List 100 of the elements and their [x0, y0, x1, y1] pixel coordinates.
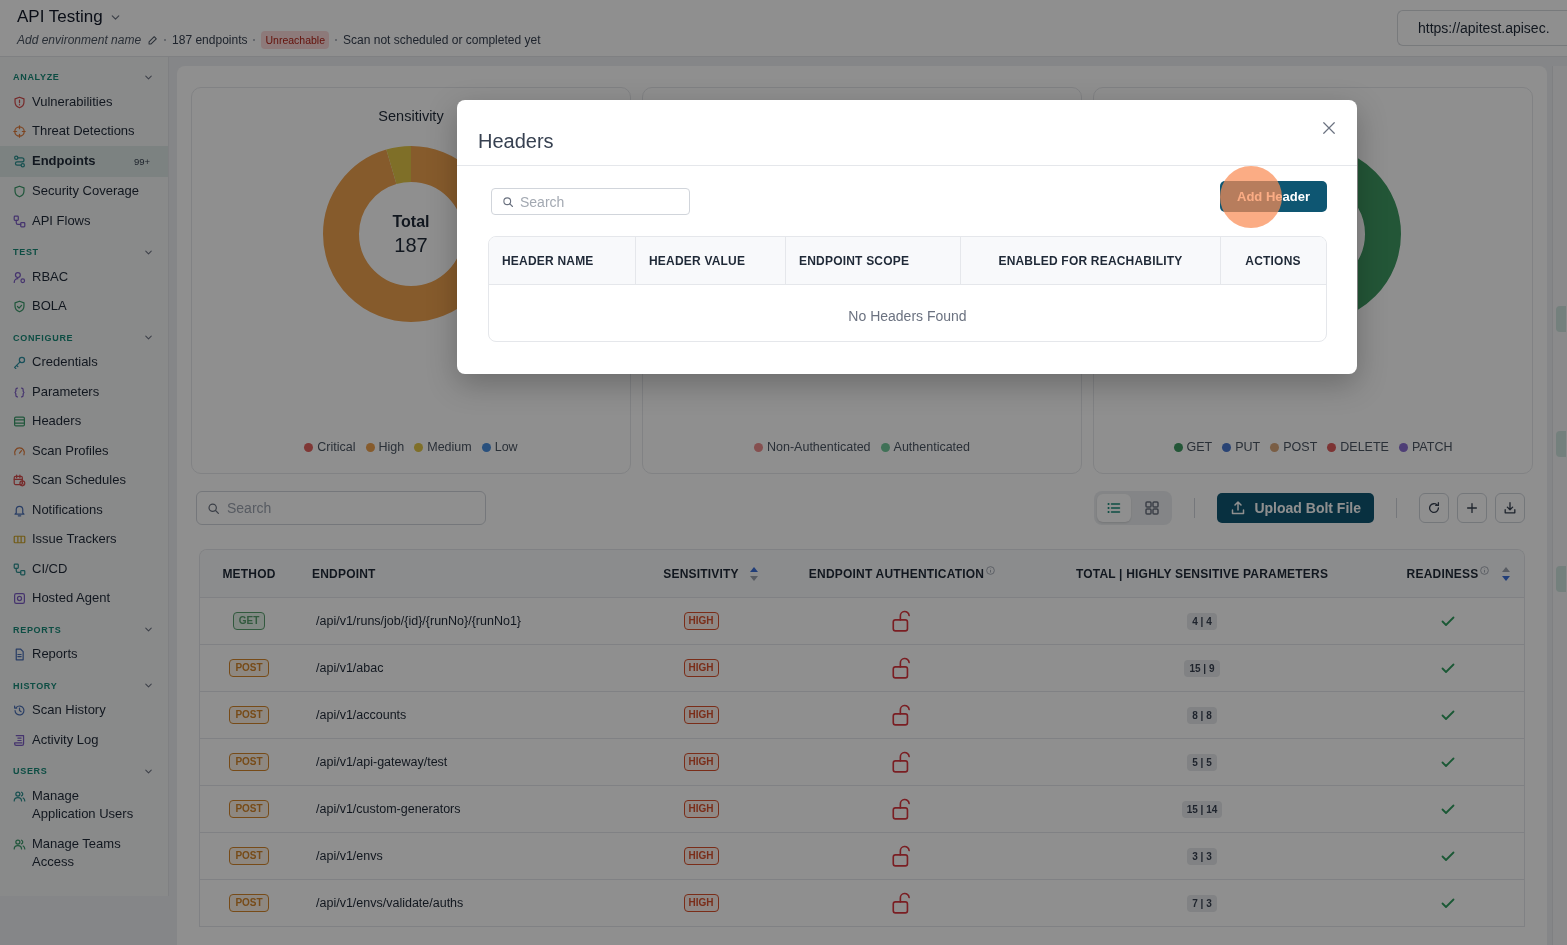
sidebar-item[interactable]: Manage Teams Access [0, 829, 168, 877]
download-icon [1503, 501, 1517, 515]
endpoint-path[interactable]: /api/v1/envs [316, 849, 383, 863]
sidebar-item[interactable]: Hosted Agent [0, 583, 168, 613]
column-header: SENSITIVITY [663, 566, 739, 581]
sidebar-item[interactable]: CI/CD [0, 554, 168, 584]
bell-icon [13, 503, 26, 517]
method-tag: POST [229, 706, 269, 724]
column-header: HEADER NAME [489, 237, 636, 284]
close-button[interactable] [1322, 121, 1336, 135]
sidebar-item[interactable]: Manage Application Users [0, 781, 168, 829]
parameter-count: 15 | 14 [1181, 800, 1223, 818]
legend-label[interactable]: POST [1283, 439, 1318, 455]
legend-label[interactable]: High [378, 439, 405, 455]
nodes-icon [13, 214, 26, 228]
total-label: Total [392, 211, 430, 231]
endpoint-path[interactable]: /api/v1/abac [316, 661, 384, 675]
users-icon [13, 789, 26, 803]
legend-label[interactable]: Medium [427, 439, 472, 455]
sidebar-item[interactable]: Activity Log [0, 725, 168, 755]
method-tag: POST [229, 659, 269, 677]
sidebar-item[interactable]: Scan Profiles [0, 436, 168, 466]
sidebar-item[interactable]: Scan Schedules [0, 465, 168, 495]
sidebar-item[interactable]: Vulnerabilities [0, 87, 168, 117]
sidebar-item[interactable]: API Flows [0, 206, 168, 236]
upload-button[interactable]: Upload Bolt File [1217, 493, 1374, 523]
sidebar-item[interactable]: Threat Detections [0, 116, 168, 146]
item-count: 99+ [133, 154, 150, 169]
info-icon[interactable] [1480, 565, 1490, 575]
refresh-icon [1427, 501, 1441, 515]
panel-icon [13, 415, 26, 428]
info-icon[interactable] [986, 565, 996, 575]
column-header: ENABLED FOR REACHABILITY [961, 237, 1221, 284]
dialog-title: Headers [478, 129, 554, 153]
key-icon [13, 356, 26, 369]
sidebar-item[interactable]: Reports [0, 639, 168, 669]
sidebar-item[interactable]: Headers [0, 406, 168, 436]
sidebar-item[interactable]: BOLA [0, 291, 168, 321]
route-icon [13, 154, 26, 168]
column-header: ENDPOINT AUTHENTICATION [808, 566, 985, 581]
method-tag: GET [232, 612, 266, 630]
sensitivity-tag: HIGH [683, 612, 719, 630]
search-icon [207, 501, 220, 515]
environment-name-text[interactable]: Add environment name [17, 31, 142, 49]
list-view-button[interactable] [1097, 494, 1132, 522]
section-title: REPORTS [13, 624, 62, 635]
sensitivity-tag: HIGH [683, 800, 719, 818]
sidebar-item[interactable]: Scan History [0, 695, 168, 725]
parameter-count: 15 | 9 [1184, 659, 1220, 677]
search-icon [502, 195, 514, 208]
legend-label[interactable]: PATCH [1411, 439, 1453, 455]
endpoint-path[interactable]: /api/v1/envs/validate/auths [316, 896, 464, 910]
gauge-icon [13, 444, 26, 458]
add-button[interactable] [1457, 493, 1487, 523]
legend-label[interactable]: Critical [317, 439, 356, 455]
sensitivity-tag: HIGH [683, 894, 719, 912]
sidebar-item[interactable]: Notifications [0, 495, 168, 525]
sidebar-item[interactable]: Issue Trackers [0, 524, 168, 554]
endpoint-path[interactable]: /api/v1/api-gateway/test [316, 755, 448, 769]
sidebar-item[interactable]: Parameters [0, 377, 168, 407]
sidebar-item[interactable]: Endpoints 99+ [0, 146, 168, 177]
endpoint-path[interactable]: /api/v1/accounts [316, 708, 407, 722]
search-input[interactable]: Search [227, 497, 475, 519]
shield-icon [13, 185, 26, 198]
legend-label[interactable]: PUT [1235, 439, 1261, 455]
column-header: METHOD [222, 566, 276, 581]
search-input[interactable]: Search [520, 191, 679, 212]
list-icon [1106, 500, 1123, 516]
search-field[interactable]: Search [196, 491, 486, 525]
sidebar-item[interactable]: Credentials [0, 347, 168, 377]
chevron-down-icon[interactable] [143, 332, 154, 343]
legend-label[interactable]: Non-Authenticated [767, 439, 871, 455]
sidebar-item[interactable]: RBAC [0, 262, 168, 292]
chevron-down-icon[interactable] [143, 624, 154, 635]
url-field[interactable]: https://apitest.apisec. [1397, 10, 1567, 46]
crosshair-icon [13, 125, 26, 138]
search-field[interactable]: Search [491, 188, 690, 215]
legend-label[interactable]: GET [1186, 439, 1213, 455]
endpoint-path[interactable]: /api/v1/runs/job/{id}/{runNo}/{runNo1} [316, 614, 521, 628]
grid-icon [1144, 500, 1161, 516]
chevron-down-icon[interactable] [143, 680, 154, 691]
method-tag: POST [229, 894, 269, 912]
column-header: ENDPOINT SCOPE [786, 237, 961, 284]
total-value: 187 [394, 233, 428, 257]
legend-label[interactable]: DELETE [1340, 439, 1389, 455]
section-title: CONFIGURE [13, 332, 74, 343]
plus-icon [1465, 501, 1479, 515]
parameter-count: 8 | 8 [1187, 706, 1217, 724]
parameter-count: 4 | 4 [1187, 612, 1217, 630]
endpoint-path[interactable]: /api/v1/custom-generators [316, 802, 461, 816]
legend-label[interactable]: Low [494, 439, 518, 455]
endpoint-count: 187 endpoints [172, 32, 248, 49]
sort-icon[interactable] [1502, 566, 1510, 581]
pencil-icon[interactable] [147, 34, 159, 46]
sidebar-item[interactable]: Security Coverage [0, 176, 168, 206]
legend-label[interactable]: Authenticated [893, 439, 970, 455]
download-button[interactable] [1495, 493, 1525, 523]
section-title: TEST [13, 247, 39, 257]
refresh-button[interactable] [1419, 493, 1449, 523]
sort-icon[interactable] [750, 566, 758, 581]
